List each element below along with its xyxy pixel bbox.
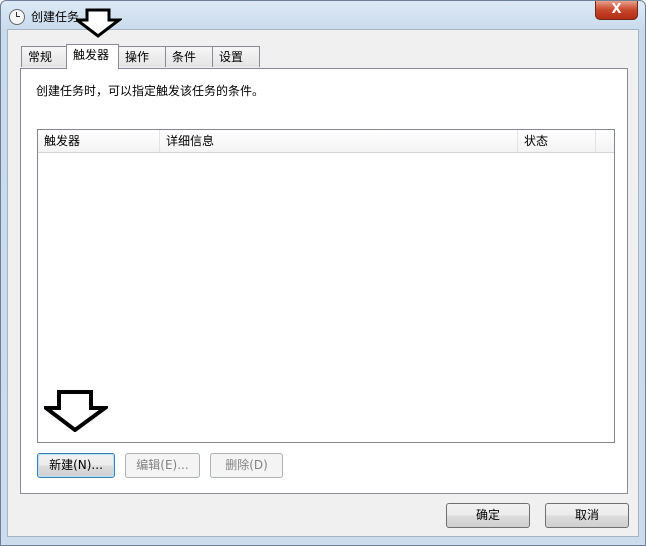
dialog-window: 创建任务 X 常规 触发器 操作 条件 设置 创建任务时，可以指定触发该任务的条… [0,0,646,546]
trigger-list[interactable]: 触发器 详细信息 状态 [37,129,615,443]
window-title: 创建任务 [31,10,80,24]
column-header-status[interactable]: 状态 [518,130,596,152]
tab-panel-triggers: 创建任务时，可以指定触发该任务的条件。 触发器 详细信息 状态 新建(N)...… [20,68,628,494]
close-button[interactable]: X [595,1,638,20]
arrow-down-icon [44,390,108,432]
arrow-down-icon [76,8,122,38]
column-header-trigger[interactable]: 触发器 [38,130,160,152]
new-button[interactable]: 新建(N)... [37,453,115,478]
edit-button[interactable]: 编辑(E)... [125,453,200,478]
list-header: 触发器 详细信息 状态 [38,130,614,153]
ok-button[interactable]: 确定 [446,503,530,528]
tab-settings[interactable]: 设置 [212,46,260,67]
tab-triggers[interactable]: 触发器 [66,44,119,69]
tab-label: 常规 [28,50,53,64]
tab-actions[interactable]: 操作 [118,46,166,67]
delete-button[interactable]: 删除(D) [210,453,283,478]
tab-general[interactable]: 常规 [21,46,67,67]
tab-conditions[interactable]: 条件 [165,46,213,67]
clock-icon [9,9,25,25]
tab-label: 操作 [125,50,150,64]
cancel-button[interactable]: 取消 [545,503,629,528]
tab-label: 条件 [172,50,197,64]
panel-description: 创建任务时，可以指定触发该任务的条件。 [36,84,265,98]
tab-label: 设置 [219,50,244,64]
dialog-client-area: 常规 触发器 操作 条件 设置 创建任务时，可以指定触发该任务的条件。 触发器 … [7,29,639,537]
tab-label: 触发器 [73,48,110,62]
column-header-details[interactable]: 详细信息 [160,130,518,152]
close-icon: X [611,2,622,17]
